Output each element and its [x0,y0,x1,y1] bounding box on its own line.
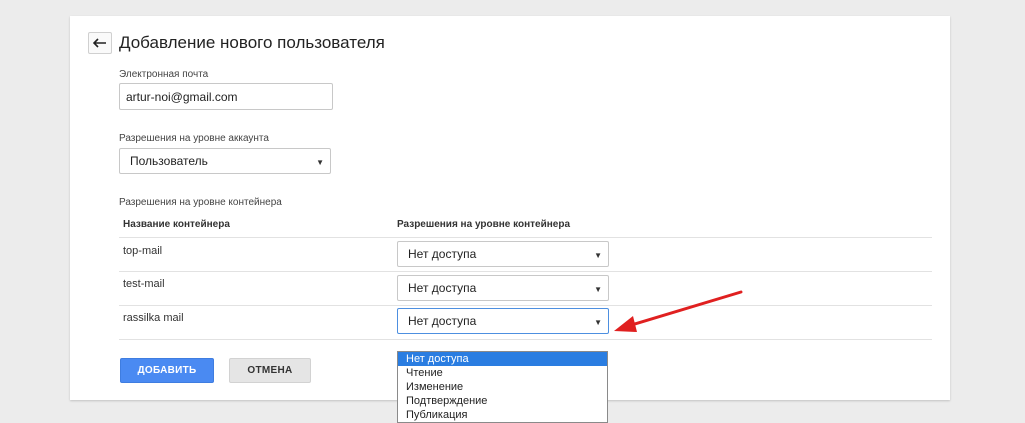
container-permission-select-top-mail[interactable]: Нет доступа ▼ [397,241,609,267]
account-permissions-label: Разрешения на уровне аккаунта [119,133,269,144]
container-permission-select-rassilka-mail[interactable]: Нет доступа ▼ [397,308,609,334]
table-divider [119,237,932,238]
container-name-top-mail: top-mail [123,245,163,257]
dropdown-option-approve[interactable]: Подтверждение [398,394,607,408]
container-permission-select-test-mail[interactable]: Нет доступа ▼ [397,275,609,301]
table-divider [119,339,932,340]
account-permissions-value: Пользователь [130,154,208,168]
container-name-rassilka-mail: rassilka mail [123,312,184,324]
dropdown-option-edit[interactable]: Изменение [398,380,607,394]
caret-down-icon: ▼ [594,318,602,327]
caret-down-icon: ▼ [594,251,602,260]
caret-down-icon: ▼ [316,158,324,167]
back-button[interactable] [88,32,112,54]
table-divider [119,271,932,272]
dropdown-option-no-access[interactable]: Нет доступа [398,352,607,366]
add-user-card: Добавление нового пользователя Электронн… [70,16,950,423]
email-label: Электронная почта [119,69,209,80]
caret-down-icon: ▼ [594,285,602,294]
permission-dropdown-list: Нет доступа Чтение Изменение Подтвержден… [397,351,608,423]
container-permission-value: Нет доступа [408,314,477,328]
dropdown-option-publish[interactable]: Публикация [398,408,607,422]
arrow-left-icon [93,38,106,48]
container-permission-value: Нет доступа [408,247,477,261]
container-permission-value: Нет доступа [408,281,477,295]
email-field[interactable] [119,83,333,110]
container-name-test-mail: test-mail [123,278,165,290]
page-title: Добавление нового пользователя [119,33,385,52]
dropdown-option-read[interactable]: Чтение [398,366,607,380]
column-header-container-name: Название контейнера [123,219,230,230]
cancel-button[interactable]: ОТМЕНА [229,358,311,383]
container-permissions-label: Разрешения на уровне контейнера [119,197,282,208]
add-button[interactable]: ДОБАВИТЬ [120,358,214,383]
table-divider [119,305,932,306]
column-header-container-permission: Разрешения на уровне контейнера [397,219,571,230]
account-permissions-select[interactable]: Пользователь ▼ [119,148,331,174]
